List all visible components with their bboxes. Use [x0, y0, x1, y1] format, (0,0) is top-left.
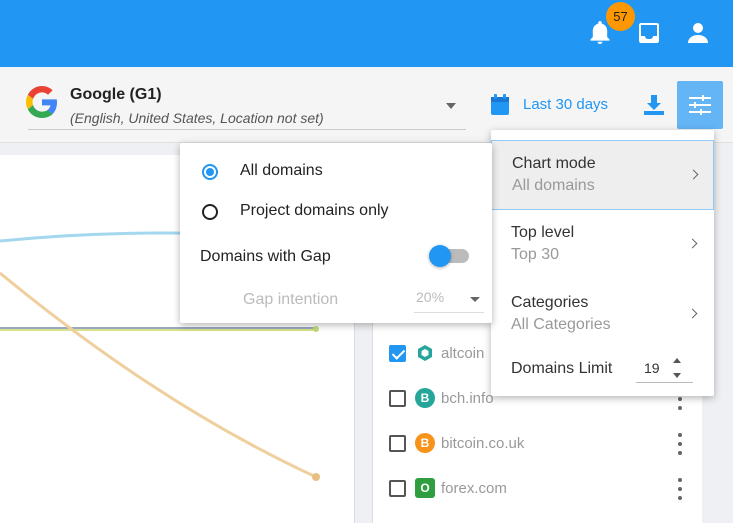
forex-favicon-icon: O [415, 478, 435, 498]
notification-badge: 57 [606, 2, 635, 31]
chevron-down-icon [470, 297, 480, 302]
option-project-domains-label[interactable]: Project domains only [240, 202, 389, 220]
chevron-right-icon [687, 308, 698, 319]
sliders-icon [689, 95, 711, 115]
date-range-button[interactable]: Last 30 days [523, 96, 608, 113]
engine-select-underline [28, 129, 466, 130]
engine-dropdown-caret-icon[interactable] [446, 103, 456, 109]
altcoin-favicon-icon [415, 343, 435, 363]
gap-toggle-knob[interactable] [429, 245, 451, 267]
domain-name: altcoin [441, 345, 485, 362]
radio-project-domains[interactable] [202, 204, 218, 220]
engine-name[interactable]: Google (G1) [70, 86, 162, 104]
menu-item-title: Categories [511, 294, 589, 311]
bch-favicon-icon: B [415, 388, 435, 408]
option-all-domains-label[interactable]: All domains [240, 162, 323, 180]
list-item[interactable]: B bitcoin.co.uk [373, 423, 703, 467]
more-options-icon[interactable] [678, 433, 682, 455]
stepper-up-icon[interactable] [673, 358, 681, 363]
domain-name: forex.com [441, 480, 507, 497]
domain-checkbox[interactable] [389, 390, 406, 407]
domains-limit-stepper[interactable]: 19 [636, 355, 693, 383]
domains-limit-label: Domains Limit [511, 360, 613, 377]
more-options-icon[interactable] [678, 478, 682, 500]
menu-item-top-level[interactable]: Top level Top 30 [491, 210, 714, 280]
chart-mode-popup: All domains Project domains only Domains… [180, 143, 492, 323]
gap-intention-select[interactable]: 20% [414, 283, 484, 313]
series-point-green [313, 326, 319, 332]
chevron-right-icon [688, 169, 699, 180]
gap-intention-value: 20% [416, 289, 445, 305]
domain-checkbox[interactable] [389, 435, 406, 452]
menu-item-categories[interactable]: Categories All Categories [491, 280, 714, 350]
menu-item-title: Chart mode [512, 155, 596, 172]
bitcoin-favicon-icon: B [415, 433, 435, 453]
menu-item-chart-mode[interactable]: Chart mode All domains [491, 140, 714, 210]
menu-item-value: Top 30 [511, 246, 560, 263]
menu-item-value: All Categories [511, 316, 611, 333]
settings-sliders-button[interactable] [677, 81, 723, 129]
chevron-right-icon [687, 238, 698, 249]
download-icon[interactable] [642, 93, 666, 122]
domain-name: bch.info [441, 390, 494, 407]
stepper-down-icon[interactable] [673, 373, 681, 378]
domains-limit-value[interactable]: 19 [644, 360, 660, 376]
top-bar: 57 [0, 0, 733, 67]
domain-checkbox[interactable] [389, 345, 406, 362]
user-icon[interactable] [685, 20, 711, 46]
calendar-icon[interactable] [490, 94, 510, 121]
google-logo-icon [26, 86, 58, 118]
list-item[interactable]: O forex.com [373, 468, 703, 512]
radio-all-domains[interactable] [202, 164, 218, 180]
engine-details: (English, United States, Location not se… [70, 110, 324, 126]
domain-checkbox[interactable] [389, 480, 406, 497]
domain-name: bitcoin.co.uk [441, 435, 525, 452]
domains-with-gap-label: Domains with Gap [200, 248, 331, 265]
inbox-icon[interactable] [636, 20, 662, 46]
menu-item-value: All domains [512, 177, 595, 194]
menu-item-title: Top level [511, 224, 575, 241]
series-point-orange [312, 473, 320, 481]
gap-intention-label: Gap intention [243, 291, 339, 308]
